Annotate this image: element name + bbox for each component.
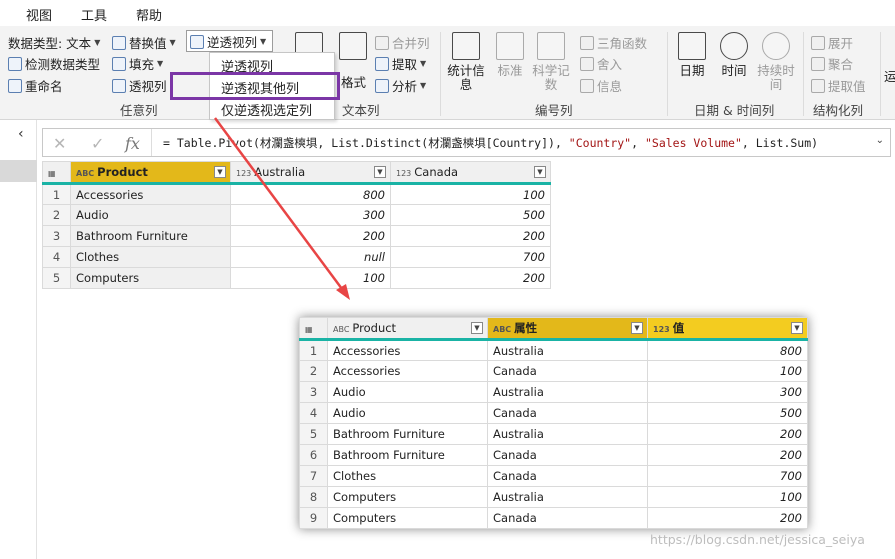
header-product[interactable]: ABC Product ▼ bbox=[327, 317, 488, 340]
product-cell[interactable]: Audio bbox=[327, 402, 488, 424]
value-cell[interactable]: 100 bbox=[647, 360, 808, 382]
attribute-cell[interactable]: Canada bbox=[487, 402, 648, 424]
product-cell[interactable]: Computers bbox=[327, 507, 488, 529]
value-cell[interactable]: 500 bbox=[647, 402, 808, 424]
row-number: 7 bbox=[299, 465, 328, 487]
attribute-cell[interactable]: Australia bbox=[487, 381, 648, 403]
value-cell[interactable]: 200 bbox=[647, 444, 808, 466]
table-row[interactable]: 2 Accessories Canada 100 bbox=[299, 360, 808, 382]
attribute-cell[interactable]: Australia bbox=[487, 486, 648, 508]
table-row[interactable]: 9 Computers Canada 200 bbox=[299, 507, 808, 529]
arrow-head bbox=[336, 284, 350, 300]
watermark: https://blog.csdn.net/jessica_seiya bbox=[650, 532, 865, 547]
value-cell[interactable]: 200 bbox=[647, 507, 808, 529]
type-icon: 123 bbox=[653, 325, 670, 334]
value-cell[interactable]: 800 bbox=[647, 338, 808, 361]
table-row[interactable]: 4 Audio Canada 500 bbox=[299, 402, 808, 424]
header-attribute[interactable]: ABC 属性 ▼ bbox=[487, 317, 648, 340]
filter-icon[interactable]: ▼ bbox=[631, 322, 643, 334]
table-row[interactable]: 8 Computers Australia 100 bbox=[299, 486, 808, 508]
row-number: 8 bbox=[299, 486, 328, 508]
value-cell[interactable]: 200 bbox=[647, 423, 808, 445]
filter-icon[interactable]: ▼ bbox=[791, 322, 803, 334]
attribute-cell[interactable]: Canada bbox=[487, 360, 648, 382]
value-cell[interactable]: 100 bbox=[647, 486, 808, 508]
type-icon: ABC bbox=[493, 325, 512, 334]
row-number: 1 bbox=[299, 338, 328, 361]
table-row[interactable]: 5 Bathroom Furniture Australia 200 bbox=[299, 423, 808, 445]
product-cell[interactable]: Accessories bbox=[327, 338, 488, 361]
table-row[interactable]: 3 Audio Australia 300 bbox=[299, 381, 808, 403]
attribute-cell[interactable]: Australia bbox=[487, 338, 648, 361]
row-number: 6 bbox=[299, 444, 328, 466]
header-label: 属性 bbox=[514, 321, 538, 335]
header-label: 值 bbox=[672, 321, 685, 335]
type-icon: ABC bbox=[333, 325, 350, 334]
table-row[interactable]: 6 Bathroom Furniture Canada 200 bbox=[299, 444, 808, 466]
row-number: 5 bbox=[299, 423, 328, 445]
product-cell[interactable]: Bathroom Furniture bbox=[327, 444, 488, 466]
attribute-cell[interactable]: Canada bbox=[487, 465, 648, 487]
product-cell[interactable]: Computers bbox=[327, 486, 488, 508]
row-number: 3 bbox=[299, 381, 328, 403]
arrow-line bbox=[213, 117, 347, 294]
header-value[interactable]: 123 值 ▼ bbox=[647, 317, 808, 340]
value-cell[interactable]: 300 bbox=[647, 381, 808, 403]
attribute-cell[interactable]: Canada bbox=[487, 507, 648, 529]
product-cell[interactable]: Audio bbox=[327, 381, 488, 403]
product-cell[interactable]: Clothes bbox=[327, 465, 488, 487]
product-cell[interactable]: Bathroom Furniture bbox=[327, 423, 488, 445]
row-number: 2 bbox=[299, 360, 328, 382]
row-number: 4 bbox=[299, 402, 328, 424]
grid-corner[interactable]: ▦ bbox=[299, 317, 328, 340]
header-label: Product bbox=[352, 321, 397, 335]
product-cell[interactable]: Accessories bbox=[327, 360, 488, 382]
table-row[interactable]: 7 Clothes Canada 700 bbox=[299, 465, 808, 487]
attribute-cell[interactable]: Canada bbox=[487, 444, 648, 466]
filter-icon[interactable]: ▼ bbox=[471, 322, 483, 334]
value-cell[interactable]: 700 bbox=[647, 465, 808, 487]
table-icon: ▦ bbox=[305, 325, 313, 334]
table-row[interactable]: 1 Accessories Australia 800 bbox=[299, 338, 808, 361]
attribute-cell[interactable]: Australia bbox=[487, 423, 648, 445]
row-number: 9 bbox=[299, 507, 328, 529]
grid-table-unpivoted: ▦ ABC Product ▼ ABC 属性 ▼ 123 值 ▼ 1 Accessories A… bbox=[299, 317, 808, 529]
